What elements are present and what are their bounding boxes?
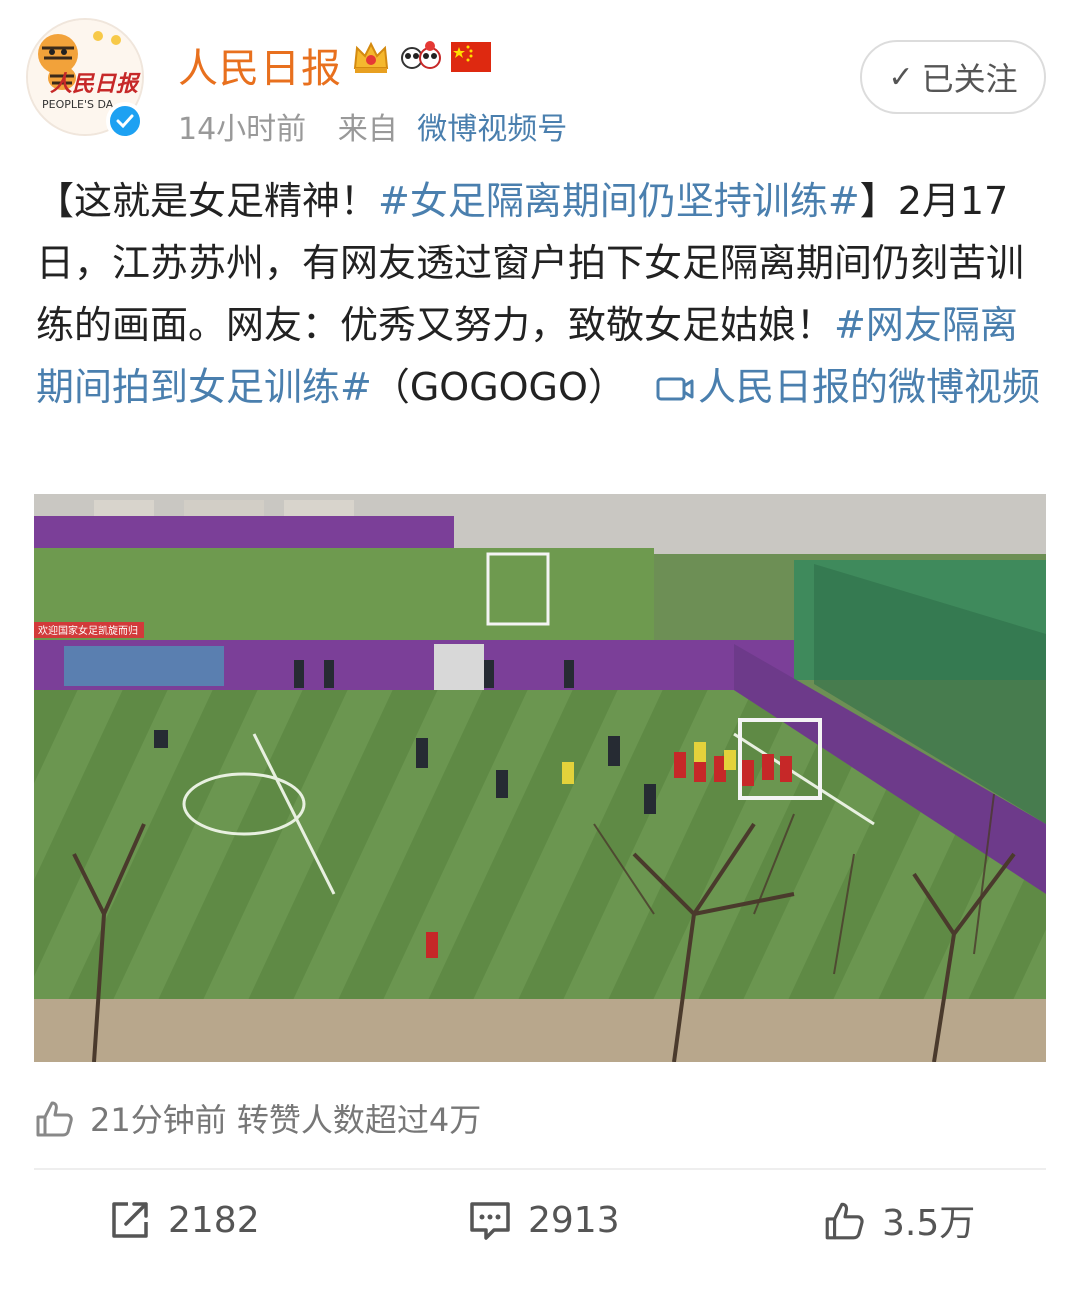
user-badges xyxy=(350,36,492,78)
check-icon: ✓ xyxy=(888,59,914,95)
repost-icon xyxy=(112,1202,148,1238)
user-name[interactable]: 人民日报 xyxy=(178,36,342,94)
like-icon xyxy=(825,1202,864,1240)
hashtag-link[interactable]: #女足隔离期间仍坚持训练# xyxy=(378,179,860,223)
verified-icon xyxy=(106,102,144,140)
video-link[interactable]: 人民日报的微博视频 xyxy=(638,365,1040,409)
post-video[interactable]: 欢迎国家女足凯旋而归 xyxy=(34,494,1046,1062)
avatar-brand-text: 人民日报 xyxy=(50,71,139,97)
post-paren-text: （GOGOGO） xyxy=(371,365,626,409)
post-source-link[interactable]: 微博视频号 xyxy=(417,112,567,147)
flag-badge-icon xyxy=(450,36,492,78)
like-icon xyxy=(36,1101,73,1137)
panda-badge-icon xyxy=(400,36,442,78)
comment-icon xyxy=(470,1202,510,1240)
action-bar: 2182 2913 3.5万 xyxy=(0,1190,1080,1250)
post-time: 14小时前 xyxy=(178,112,307,147)
repost-button[interactable]: 2182 xyxy=(108,1190,260,1250)
divider xyxy=(34,1168,1046,1170)
follow-button[interactable]: ✓ 已关注 xyxy=(860,40,1046,114)
post-meta: 14小时前 来自 微博视频号 xyxy=(178,104,567,148)
like-count: 3.5万 xyxy=(882,1203,976,1244)
follow-label: 已关注 xyxy=(921,60,1018,98)
activity-text: 21分钟前 转赞人数超过4万 xyxy=(90,1101,482,1139)
crown-badge-icon xyxy=(350,36,392,78)
comment-count: 2913 xyxy=(528,1199,620,1241)
video-link-label: 人民日报的微博视频 xyxy=(698,365,1041,409)
post-title: 【这就是女足精神！ xyxy=(36,179,379,223)
from-label: 来自 xyxy=(337,112,398,147)
comment-button[interactable]: 2913 xyxy=(468,1190,620,1250)
video-icon xyxy=(656,377,694,401)
post-header: 人民日报 PEOPLE'S DA 人民日报 14小时前 来自 微博视频号 ✓ 已… xyxy=(0,0,1080,150)
avatar-brand-en: PEOPLE'S DA xyxy=(42,98,114,111)
post-text: 【这就是女足精神！#女足隔离期间仍坚持训练#】2月17日，江苏苏州，有网友透过窗… xyxy=(36,170,1046,418)
video-banner-text: 欢迎国家女足凯旋而归 xyxy=(38,624,138,637)
repost-count: 2182 xyxy=(168,1199,260,1241)
like-button[interactable]: 3.5万 xyxy=(822,1190,975,1250)
activity-row: 21分钟前 转赞人数超过4万 xyxy=(34,1092,481,1144)
